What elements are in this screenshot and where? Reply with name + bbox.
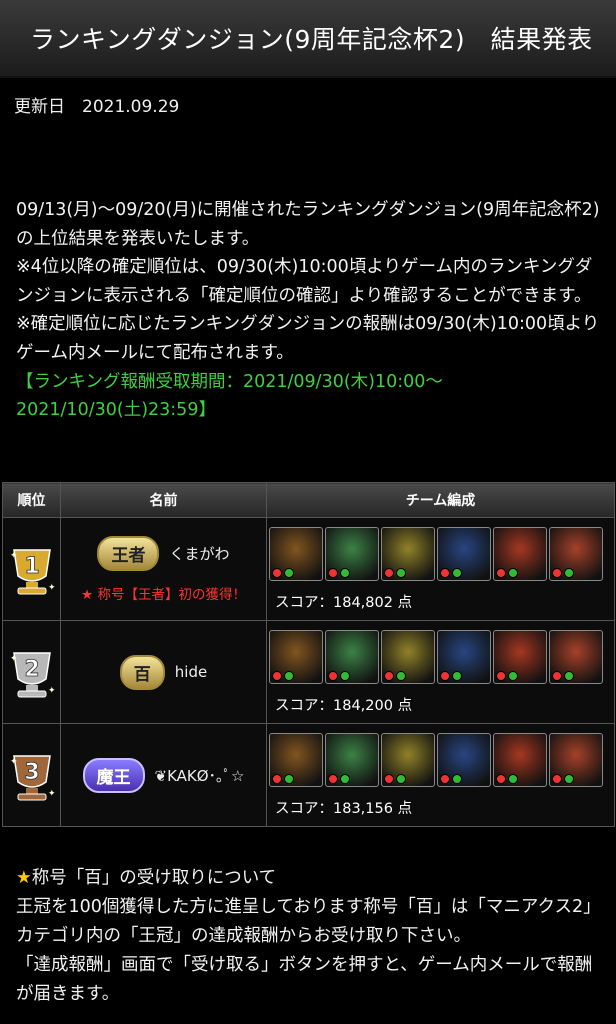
team-monster-icon <box>549 526 603 581</box>
team-monster-icon <box>493 732 547 787</box>
team-monster-icon <box>381 629 435 684</box>
ranking-table: 順位 名前 チーム編成 1 ✦ ✦ 王者 くまがわ ★ 称号【王者】初の獲得！ … <box>2 482 615 827</box>
header-rank: 順位 <box>2 482 61 518</box>
table-row: 2 ✦ ✦ 百 hide スコア：184,200 点 <box>2 620 615 724</box>
name-cell: 百 hide <box>60 620 267 724</box>
intro-period: 09/13(月)〜09/20(月)に開催されたランキングダンジョン(9周年記念杯… <box>16 200 600 249</box>
intro-note-reward: ※確定順位に応じたランキングダンジョンの報酬は09/30(木)10:00頃よりゲ… <box>16 314 600 363</box>
page-title: ランキングダンジョン(9周年記念杯2) 結果発表 <box>0 0 616 78</box>
team-cell: スコア：184,802 点 <box>266 517 615 621</box>
trophy-icon: 1 ✦ ✦ <box>4 540 60 598</box>
team-lineup <box>267 732 614 787</box>
svg-text:✦: ✦ <box>48 789 56 799</box>
reward-period: 【ランキング報酬受取期間：2021/09/30(木)10:00〜2021/10/… <box>16 371 443 421</box>
updated-date: 更新日 2021.09.29 <box>14 97 180 117</box>
footer-p1: 王冠を100個獲得した方に進呈しております称号「百」は「マニアクス2」カテゴリ内… <box>16 897 601 946</box>
rank-cell: 1 ✦ ✦ <box>2 517 61 621</box>
name-cell: 王者 くまがわ ★ 称号【王者】初の獲得！ <box>60 517 267 621</box>
intro-note-rank: ※4位以降の確定順位は、09/30(木)10:00頃よりゲーム内のランキングダン… <box>16 257 593 306</box>
title-badge: 魔王 <box>82 757 145 793</box>
rank-cell: 3 ✦ ✦ <box>2 723 61 827</box>
score-text: スコア：183,156 点 <box>275 800 413 817</box>
team-lineup <box>267 629 614 684</box>
footer-heading: ★称号「百」の受け取りについて <box>16 864 608 893</box>
team-monster-icon <box>269 629 323 684</box>
footer-heading-text: 称号「百」の受け取りについて <box>31 868 277 888</box>
footer-p2: 「達成報酬」画面で「受け取る」ボタンを押すと、ゲーム内メールで報酬が届きます。 <box>16 955 593 1004</box>
player-name: ❦KAKØ･｡ﾟ☆ <box>154 766 245 785</box>
team-monster-icon <box>269 732 323 787</box>
rank-number: 3 <box>24 760 39 785</box>
team-monster-icon <box>325 732 379 787</box>
player-name: くまがわ <box>169 544 230 563</box>
rank-cell: 2 ✦ ✦ <box>2 620 61 724</box>
svg-text:✦: ✦ <box>10 757 18 767</box>
team-monster-icon <box>381 526 435 581</box>
name-cell: 魔王 ❦KAKØ･｡ﾟ☆ <box>60 723 267 827</box>
title-badge: 百 <box>119 654 165 690</box>
player-name: hide <box>174 663 208 681</box>
svg-text:✦: ✦ <box>48 583 56 593</box>
trophy-icon: 3 ✦ ✦ <box>4 746 60 804</box>
intro-text: 09/13(月)〜09/20(月)に開催されたランキングダンジョン(9周年記念杯… <box>16 196 606 425</box>
rank-number: 1 <box>24 554 39 579</box>
team-monster-icon <box>493 526 547 581</box>
title-note: ★ 称号【王者】初の獲得！ <box>81 586 246 603</box>
table-row: 3 ✦ ✦ 魔王 ❦KAKØ･｡ﾟ☆ スコア：183,156 点 <box>2 723 615 827</box>
team-monster-icon <box>437 732 491 787</box>
team-monster-icon <box>549 732 603 787</box>
header-name: 名前 <box>60 482 267 518</box>
team-monster-icon <box>381 732 435 787</box>
score-text: スコア：184,802 点 <box>275 594 413 611</box>
svg-text:✦: ✦ <box>10 551 18 561</box>
team-monster-icon <box>437 526 491 581</box>
score-text: スコア：184,200 点 <box>275 697 413 714</box>
title-badge: 王者 <box>97 535 160 571</box>
rank-number: 2 <box>24 657 39 682</box>
team-monster-icon <box>325 629 379 684</box>
table-row: 1 ✦ ✦ 王者 くまがわ ★ 称号【王者】初の獲得！ スコア：184,802 … <box>2 517 615 621</box>
svg-text:✦: ✦ <box>10 654 18 664</box>
team-cell: スコア：184,200 点 <box>266 620 615 724</box>
svg-text:✦: ✦ <box>48 686 56 696</box>
footer-text: ★称号「百」の受け取りについて 王冠を100個獲得した方に進呈しております称号「… <box>16 864 608 1009</box>
team-cell: スコア：183,156 点 <box>266 723 615 827</box>
header-team: チーム編成 <box>266 482 615 518</box>
team-monster-icon <box>493 629 547 684</box>
star-icon: ★ <box>16 868 32 888</box>
team-monster-icon <box>325 526 379 581</box>
team-monster-icon <box>549 629 603 684</box>
team-lineup <box>267 526 614 581</box>
team-monster-icon <box>269 526 323 581</box>
trophy-icon: 2 ✦ ✦ <box>4 643 60 701</box>
team-monster-icon <box>437 629 491 684</box>
